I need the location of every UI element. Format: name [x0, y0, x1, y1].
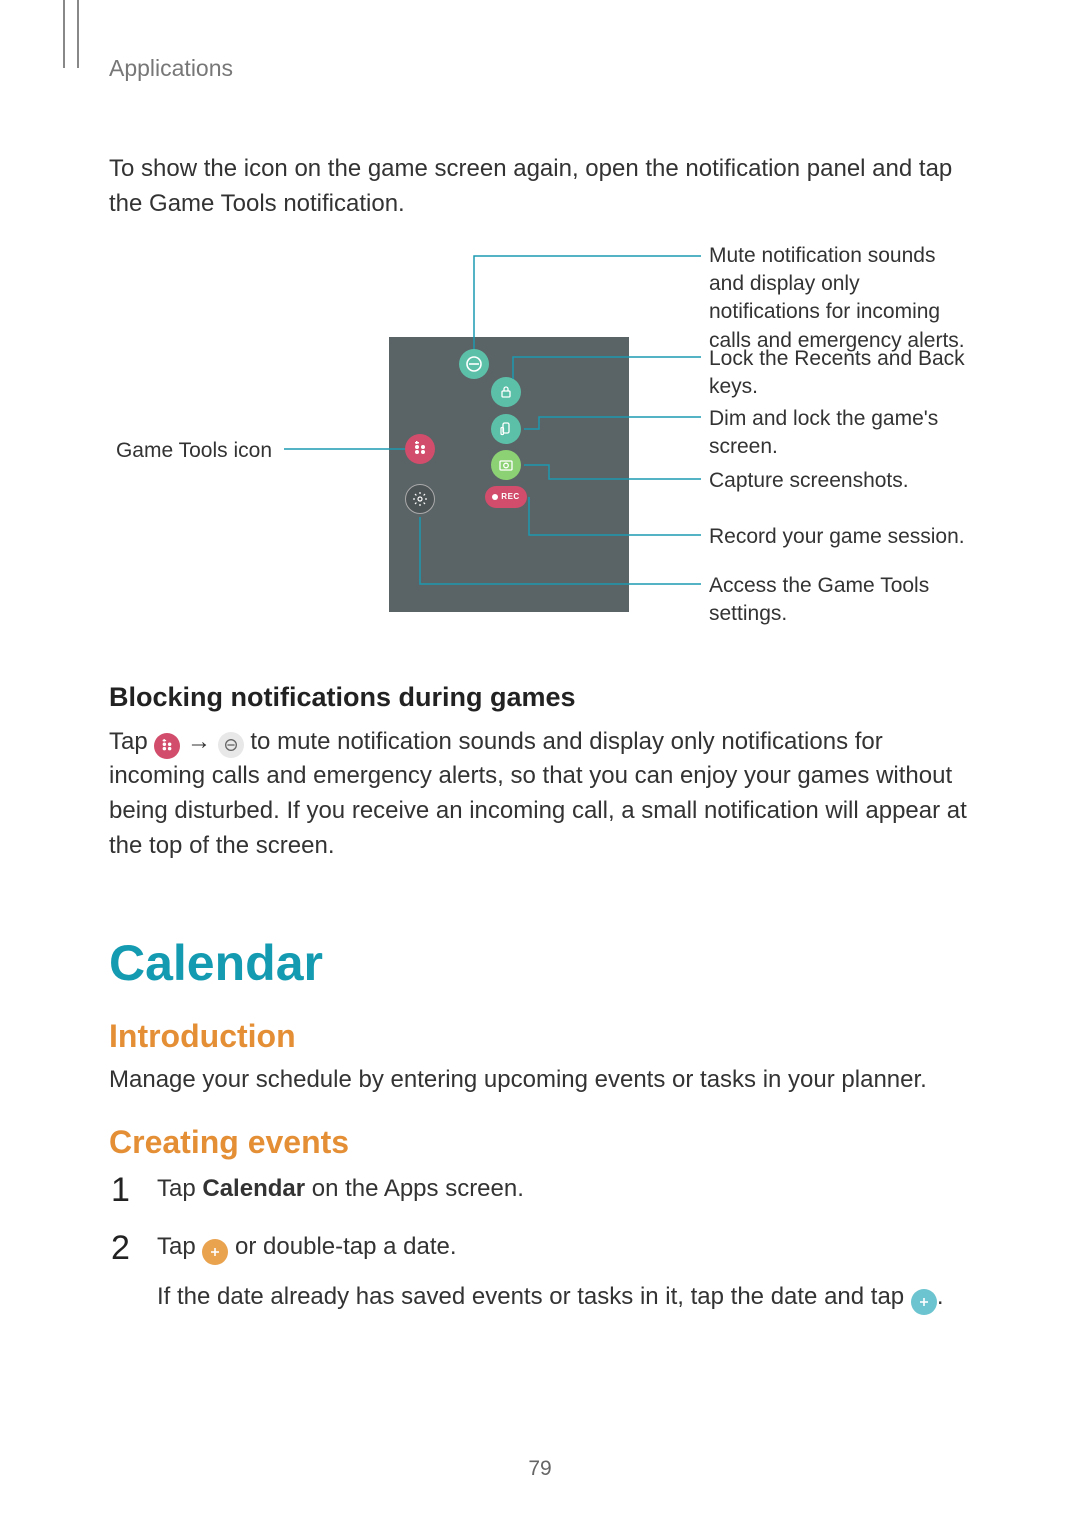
mute-icon: [218, 732, 244, 758]
text: on the Apps screen.: [305, 1175, 524, 1202]
text: If the date already has saved events or …: [157, 1283, 911, 1310]
callout-game-tools: Game Tools icon: [112, 437, 272, 465]
record-label: REC: [501, 492, 519, 501]
record-icon: REC: [485, 486, 527, 508]
blocking-heading: Blocking notifications during games: [109, 682, 971, 713]
add-icon: [202, 1239, 228, 1265]
callout-dim: Dim and lock the game's screen.: [709, 405, 969, 462]
text: .: [937, 1283, 944, 1310]
text: or double-tap a date.: [228, 1233, 456, 1260]
mute-icon: [459, 349, 489, 379]
intro-paragraph: To show the icon on the game screen agai…: [109, 152, 971, 222]
text: Tap: [109, 728, 154, 755]
breadcrumb: Applications: [109, 55, 971, 82]
calendar-title: Calendar: [109, 934, 971, 992]
page-number: 79: [0, 1457, 1080, 1481]
game-tools-icon: [405, 434, 435, 464]
add-icon: [911, 1289, 937, 1315]
game-tools-diagram: REC Game Too: [109, 242, 971, 642]
blocking-paragraph: Tap → to mute notification sounds and di…: [109, 725, 971, 864]
step-number: 2: [111, 1223, 130, 1274]
step-1: 1 Tap Calendar on the Apps screen.: [109, 1171, 971, 1207]
callout-mute: Mute notification sounds and display onl…: [709, 242, 969, 355]
callout-capture: Capture screenshots.: [709, 467, 969, 495]
arrow: →: [180, 728, 217, 755]
capture-icon: [491, 450, 521, 480]
callout-settings: Access the Game Tools settings.: [709, 572, 969, 629]
steps-list: 1 Tap Calendar on the Apps screen. 2 Tap…: [109, 1171, 971, 1315]
page-content: Applications To show the icon on the gam…: [0, 0, 1080, 1377]
page-edge-tab: [63, 0, 79, 68]
game-tools-icon: [154, 733, 180, 759]
callout-lock: Lock the Recents and Back keys.: [709, 345, 969, 402]
introduction-text: Manage your schedule by entering upcomin…: [109, 1063, 971, 1098]
creating-events-heading: Creating events: [109, 1124, 971, 1161]
calendar-app-name: Calendar: [202, 1175, 305, 1202]
dim-icon: [491, 414, 521, 444]
text: Tap: [157, 1233, 202, 1260]
settings-icon: [405, 484, 435, 514]
callout-record: Record your game session.: [709, 523, 969, 551]
step-number: 1: [111, 1165, 130, 1216]
step-2: 2 Tap or double-tap a date. If the date …: [109, 1229, 971, 1315]
introduction-heading: Introduction: [109, 1018, 971, 1055]
lock-icon: [491, 377, 521, 407]
text: Tap: [157, 1175, 202, 1202]
